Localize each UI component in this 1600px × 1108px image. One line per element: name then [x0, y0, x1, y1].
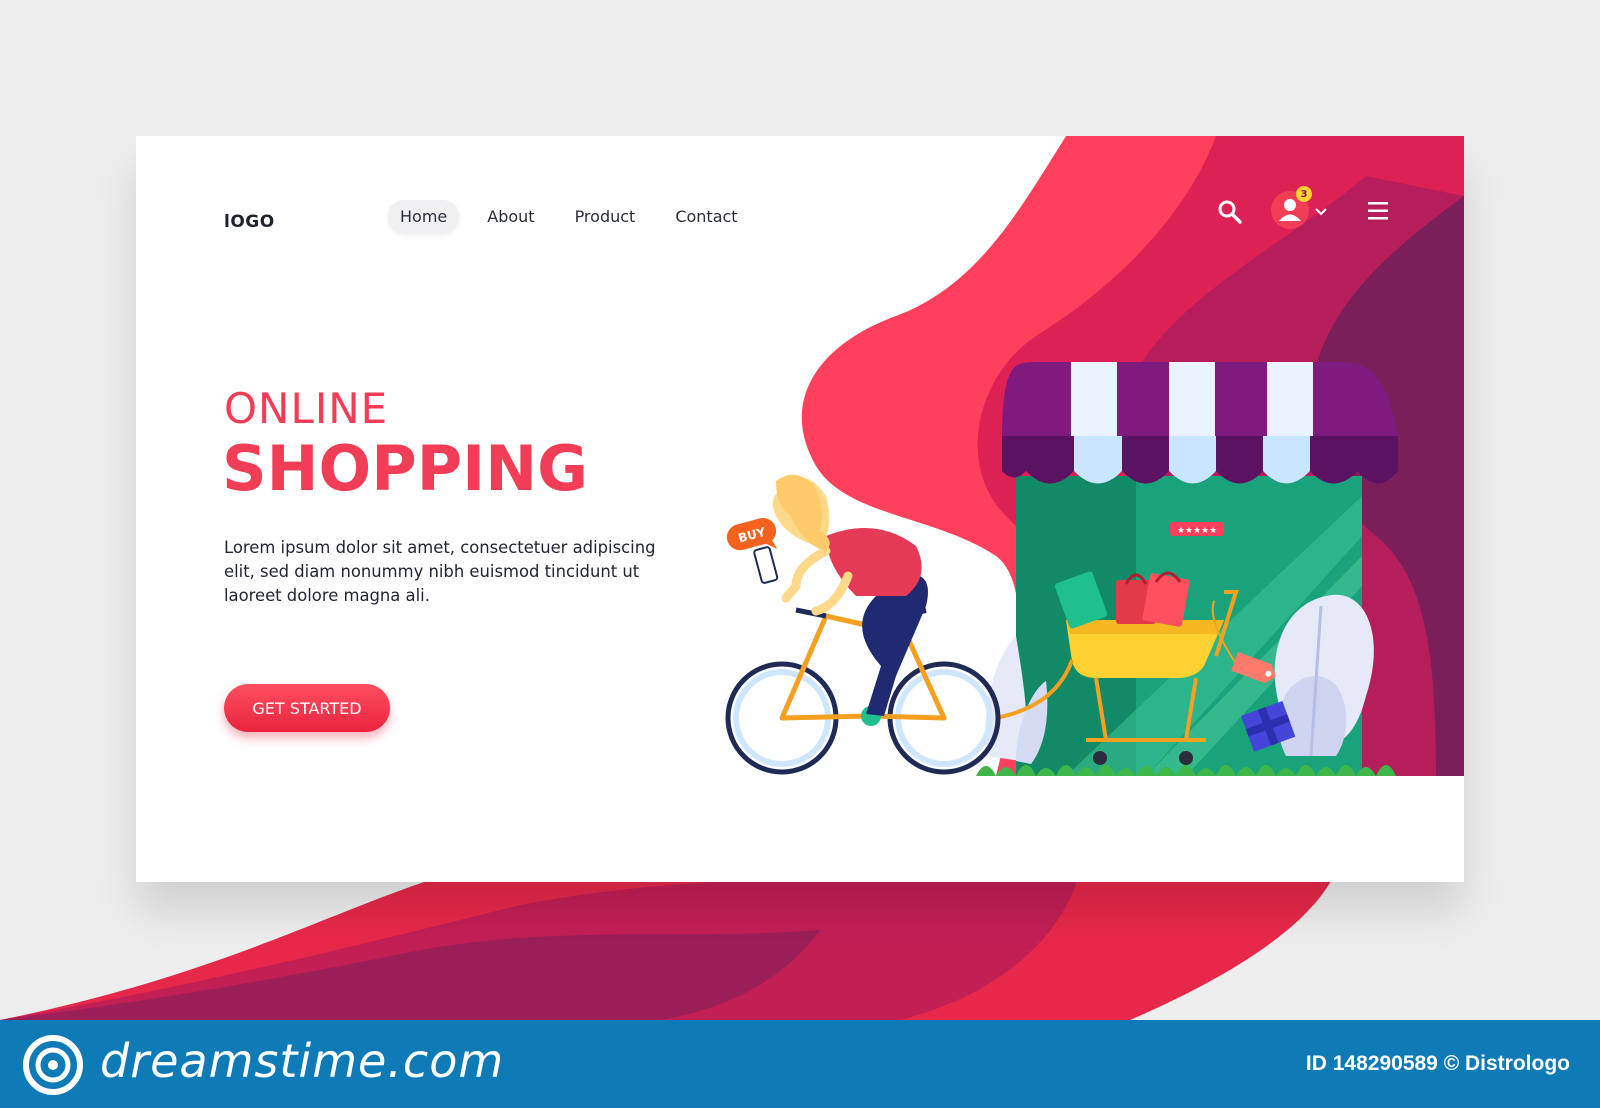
landing-page-card: ★★★★★ BUY lOGO Home About Product Contac… — [136, 136, 1464, 882]
get-started-button[interactable]: GET STARTED — [224, 684, 390, 732]
hero-description: Lorem ipsum dolor sit amet, consectetuer… — [224, 538, 656, 605]
header-actions: 3 — [1196, 176, 1426, 246]
nav-home[interactable]: Home — [388, 200, 460, 233]
hero-title-line2: SHOPPING — [222, 432, 588, 505]
hero-illustration: ★★★★★ BUY — [725, 136, 1464, 776]
hero-title-line1: ONLINE — [224, 384, 389, 433]
watermark-footer: dreamstime.com ID 148290589 © Distrologo — [0, 1020, 1600, 1108]
shop-sign-stars: ★★★★★ — [1177, 526, 1217, 536]
logo[interactable]: lOGO — [224, 212, 275, 232]
bicycle — [725, 607, 1001, 775]
nav-about[interactable]: About — [475, 200, 546, 233]
menu-icon[interactable] — [1366, 200, 1390, 222]
buy-speech-bubble: BUY — [726, 517, 778, 551]
nav-product[interactable]: Product — [563, 200, 648, 233]
dreamstime-logo-icon — [23, 1035, 83, 1095]
main-nav: Home About Product Contact — [388, 200, 766, 233]
notification-badge: 3 — [1296, 186, 1312, 202]
search-icon[interactable] — [1216, 198, 1244, 226]
notification-count: 3 — [1300, 188, 1308, 200]
image-id: ID 148290589 © Distrologo — [1305, 1052, 1570, 1075]
nav-contact[interactable]: Contact — [663, 200, 749, 233]
footer-brand: dreamstime.com — [100, 1034, 505, 1088]
shop-awning — [1002, 362, 1398, 484]
chevron-down-icon[interactable] — [1314, 206, 1328, 218]
user-account-button[interactable]: 3 — [1270, 186, 1312, 230]
